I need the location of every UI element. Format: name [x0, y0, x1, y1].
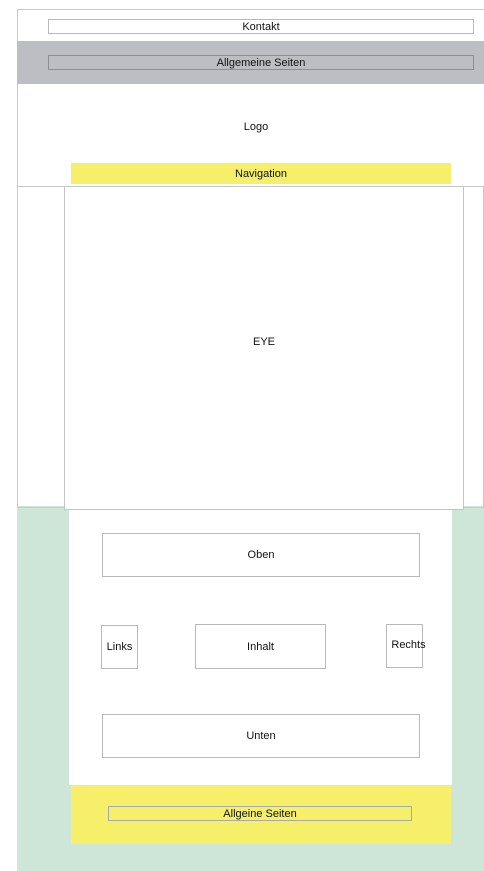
footer: Allgeine Seiten [71, 785, 451, 844]
general-pages-band: Allgemeine Seiten [17, 41, 484, 84]
eye-area: EYE [64, 186, 464, 510]
general-pages-bar[interactable]: Allgemeine Seiten [48, 55, 474, 70]
right-label: Rechts [391, 639, 426, 651]
left-label: Links [106, 641, 133, 653]
right-box[interactable]: Rechts [386, 624, 426, 668]
contact-bar[interactable]: Kontakt [48, 19, 474, 34]
general-pages-label: Allgemeine Seiten [216, 56, 306, 69]
eye-label: EYE [252, 336, 275, 348]
page-top-border [17, 9, 484, 10]
footer-general-pages-label: Allgeine Seiten [223, 807, 297, 820]
top-label: Oben [247, 549, 275, 561]
main-label: Inhalt [247, 640, 274, 653]
left-box[interactable]: Links [101, 625, 138, 669]
bottom-box[interactable]: Unten [102, 714, 420, 758]
contact-label: Kontakt [242, 20, 280, 33]
bottom-label: Unten [246, 730, 276, 742]
navigation-bar[interactable]: Navigation [71, 163, 451, 184]
top-box[interactable]: Oben [102, 533, 420, 577]
logo: Logo [200, 118, 312, 136]
navigation-label: Navigation [235, 167, 287, 180]
main-box[interactable]: Inhalt [195, 624, 326, 669]
footer-general-pages-bar[interactable]: Allgeine Seiten [108, 806, 412, 821]
logo-label: Logo [243, 121, 269, 133]
